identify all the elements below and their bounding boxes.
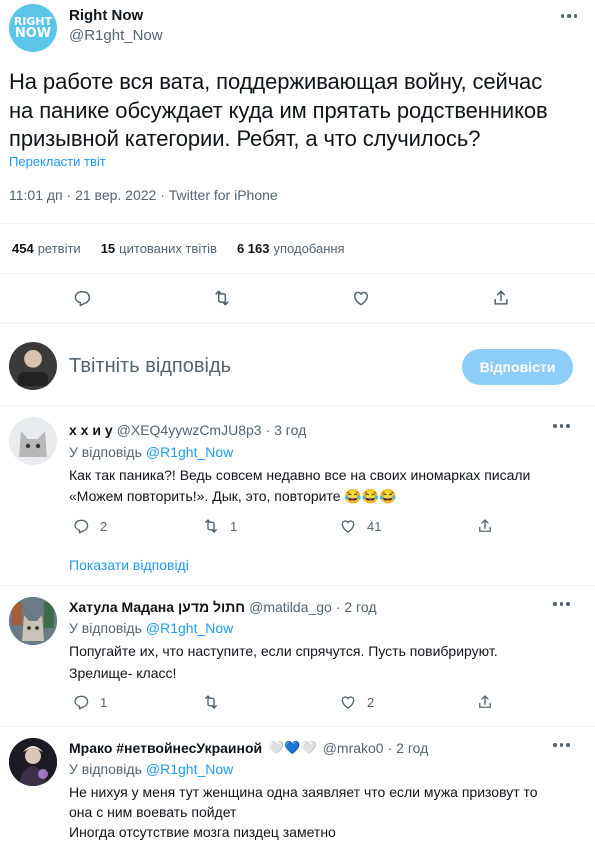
reply-time[interactable]: · 2 год [336, 599, 377, 615]
tweet-text-line-2: на панике обсуждает куда им прятать родс… [9, 97, 548, 123]
reply-text-line-1: Попугайте их, что наступите, если спрячу… [69, 643, 498, 659]
reply-author-name[interactable]: Хатула Мадана חתול מדען [69, 599, 245, 615]
quotes-stat[interactable]: 15 цитованих твітів [101, 241, 217, 256]
reply-time[interactable]: · 3 год [266, 422, 307, 438]
show-replies-link[interactable]: Показати відповіді [69, 557, 189, 573]
cat-avatar-icon [19, 431, 47, 457]
reply-retweet-button[interactable]: 1 [202, 517, 339, 535]
likes-label: уподобання [273, 241, 345, 256]
heart-emojis: 🤍💙🤍 [268, 740, 317, 755]
stats-row: 454 ретвіти 15 цитованих твітів 6 163 уп… [12, 241, 345, 256]
reply-retweet-button[interactable] [202, 693, 339, 711]
reply-text-line-1: Не нихуя у меня тут женщина одна заявляе… [69, 784, 538, 800]
reply-author-name[interactable]: х х и у [69, 422, 113, 438]
reply-avatar[interactable] [9, 417, 57, 465]
replying-to: У відповідь @R1ght_Now [69, 620, 233, 636]
share-action-icon[interactable] [491, 288, 511, 313]
reply-share-button[interactable] [476, 693, 494, 711]
reply-more-icon[interactable] [553, 602, 570, 606]
logo-text-now: NOW [14, 26, 52, 41]
reply-more-icon[interactable] [553, 424, 570, 428]
reply-reply-button[interactable]: 2 [72, 517, 202, 535]
reply-action-icon[interactable] [72, 288, 92, 313]
reply-text-line-1: Как так паника?! Ведь совсем недавно все… [69, 467, 531, 483]
replying-to: У відповідь @R1ght_Now [69, 444, 233, 460]
replying-to-prefix: У відповідь [69, 444, 142, 460]
avatar-image [18, 372, 48, 386]
reply-header: Хатула Мадана חתול מדען @matilda_go · 2 … [69, 599, 377, 615]
retweet-icon [205, 519, 217, 533]
replying-to-handle[interactable]: @R1ght_Now [146, 761, 233, 777]
retweets-count: 454 [12, 241, 34, 256]
retweet-action-icon[interactable] [212, 288, 232, 313]
retweets-label: ретвіти [37, 241, 81, 256]
translate-tweet-link[interactable]: Перекласти твіт [9, 154, 106, 169]
reply-count: 1 [100, 694, 108, 710]
reply-more-icon[interactable] [553, 743, 570, 747]
share-icon [479, 695, 491, 708]
reply-text: Не нихуя у меня тут женщина одна заявляе… [69, 782, 589, 842]
reply-text-line-2: она с ним воевать пойдет [69, 804, 237, 820]
heart-icon [341, 696, 355, 709]
tweet-text-line-1: На работе вся вата, поддерживающая войну… [9, 69, 543, 94]
cat-avatar-icon [9, 597, 57, 645]
likes-stat[interactable]: 6 163 уподобання [237, 241, 345, 256]
likes-count: 6 163 [236, 241, 270, 256]
reply-header: Мрако #нетвойнесУкраиной 🤍💙🤍 @mrako0 · 2… [69, 740, 428, 756]
retweet-icon [205, 695, 217, 709]
character-avatar-icon [9, 738, 57, 786]
like-count: 2 [367, 694, 375, 710]
heart-icon [341, 520, 355, 533]
reply-text-line-2: Зрелище- класс! [69, 665, 177, 681]
reply-text: Как так паника?! Ведь совсем недавно все… [69, 465, 530, 507]
replying-to: У відповідь @R1ght_Now [69, 761, 233, 777]
replying-to-handle[interactable]: @R1ght_Now [146, 444, 233, 460]
reply-avatar[interactable] [9, 597, 57, 645]
reply-text-line-2: «Можем повторить!». Дык, это, повторите … [69, 488, 397, 504]
like-count: 41 [367, 518, 382, 534]
author-handle[interactable]: @R1ght_Now [69, 27, 163, 44]
reply-actions: 2 1 41 [72, 517, 494, 535]
quotes-count: 15 [100, 241, 116, 256]
reply-submit-button[interactable]: Відповісти [462, 349, 573, 385]
tweet-text: На работе вся вата, поддерживающая войну… [9, 68, 548, 154]
retweets-stat[interactable]: 454 ретвіти [12, 241, 81, 256]
quotes-label: цитованих твітів [119, 241, 217, 256]
reply-like-button[interactable]: 41 [339, 517, 476, 535]
reply-text-line-3: Иногда отсутствие мозга пиздец заметно [69, 824, 336, 840]
reply-avatar[interactable] [9, 738, 57, 786]
reply-time[interactable]: · 2 год [388, 740, 429, 756]
replying-to-prefix: У відповідь [69, 620, 142, 636]
tweet-text-line-3: призывной категории. Ребят, а что случил… [9, 126, 481, 151]
reply-actions: 1 2 [72, 693, 494, 711]
reply-share-button[interactable] [476, 517, 494, 535]
reply-header: х х и у @XEQ4yywzCmJU8p3 · 3 год [69, 422, 306, 438]
retweet-count: 1 [230, 518, 238, 534]
reply-icon [74, 519, 89, 534]
tweet-timestamp[interactable]: 11:01 дп · 21 вер. 2022 · Twitter for iP… [9, 187, 278, 203]
reply-icon [74, 695, 89, 710]
like-action-icon[interactable] [351, 288, 371, 313]
reply-like-button[interactable]: 2 [339, 693, 476, 711]
reply-author-handle[interactable]: @XEQ4yywzCmJU8p3 [117, 422, 262, 438]
author-name[interactable]: Right Now [69, 7, 143, 24]
reply-author-handle[interactable]: @mrako0 [323, 740, 384, 756]
reply-author-name[interactable]: Мрако #нетвойнесУкраиной [69, 740, 262, 756]
reply-author-handle[interactable]: @matilda_go [249, 599, 332, 615]
author-avatar[interactable]: RIGHT NOW [9, 4, 57, 52]
reply-reply-button[interactable]: 1 [72, 693, 202, 711]
share-icon [479, 519, 491, 532]
reply-text: Попугайте их, что наступите, если спрячу… [69, 640, 498, 684]
replying-to-prefix: У відповідь [69, 761, 142, 777]
reply-count: 2 [100, 518, 108, 534]
replying-to-handle[interactable]: @R1ght_Now [146, 620, 233, 636]
reply-compose-input[interactable]: Твітніть відповідь [69, 355, 231, 378]
current-user-avatar[interactable] [9, 342, 57, 390]
more-options-icon[interactable] [555, 6, 583, 26]
